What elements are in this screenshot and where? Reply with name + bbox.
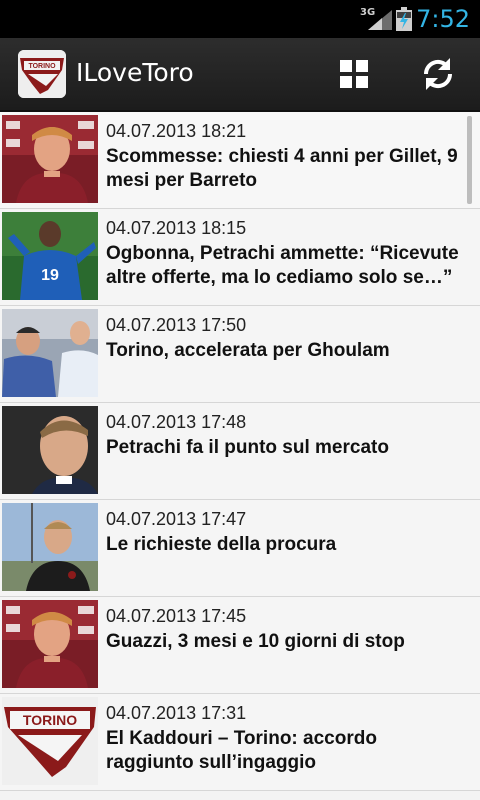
grid-icon [340,60,368,88]
news-item[interactable]: 04.07.2013 17:50 Torino, accelerata per … [0,306,480,403]
news-title: Torino, accelerata per Ghoulam [106,340,390,361]
news-item[interactable]: 04.07.2013 18:21 Scommesse: chiesti 4 an… [0,112,480,209]
app-logo-text: TORINO [28,63,56,70]
app-title: ILoveToro [76,58,194,87]
news-date: 04.07.2013 18:21 [106,121,247,141]
news-item[interactable]: 04.07.2013 17:45 Guazzi, 3 mesi e 10 gio… [0,597,480,694]
news-title: Ogbonna, Petrachi ammette: “Ricevute alt… [106,243,459,288]
news-date: 04.07.2013 17:48 [106,412,247,432]
news-item[interactable]: TORINO 04.07.2013 17:31 El Kaddouri – To… [0,694,480,791]
news-title: Scommesse: chiesti 4 anni per Gillet, 9 … [106,146,458,191]
list-scrollbar[interactable] [467,116,472,204]
torino-logo-text: TORINO [23,712,77,728]
news-date: 04.07.2013 17:47 [106,509,247,529]
status-bar: 3G 7:52 [0,0,480,38]
news-item[interactable]: 19 04.07.2013 18:15 Ogbonna, Petrachi am… [0,209,480,306]
news-date: 04.07.2013 17:50 [106,315,247,335]
signal-icon [368,10,392,30]
news-thumbnail [2,309,98,397]
news-title: Petrachi fa il punto sul mercato [106,437,389,458]
app-logo-icon[interactable]: TORINO [18,50,66,98]
news-title: Le richieste della procura [106,534,337,555]
refresh-button[interactable] [414,50,462,98]
news-thumbnail [2,503,98,591]
news-date: 04.07.2013 17:31 [106,703,247,723]
news-thumbnail: 19 [2,212,98,300]
news-thumbnail [2,600,98,688]
news-date: 04.07.2013 17:45 [106,606,247,626]
news-thumbnail: TORINO [2,697,98,785]
battery-charging-icon [396,7,412,31]
news-item[interactable]: 04.07.2013 17:47 Le richieste della proc… [0,500,480,597]
news-list[interactable]: 04.07.2013 18:21 Scommesse: chiesti 4 an… [0,112,480,800]
news-title: El Kaddouri – Torino: accordo raggiunto … [106,728,377,773]
grid-view-button[interactable] [330,50,378,98]
refresh-icon [423,58,453,90]
action-bar: TORINO ILoveToro [0,38,480,112]
svg-text:19: 19 [41,267,59,284]
news-date: 04.07.2013 18:15 [106,218,247,238]
news-thumbnail [2,406,98,494]
status-clock: 7:52 [416,5,470,33]
news-title: Guazzi, 3 mesi e 10 giorni di stop [106,631,405,652]
news-thumbnail [2,115,98,203]
news-item[interactable]: 04.07.2013 17:48 Petrachi fa il punto su… [0,403,480,500]
